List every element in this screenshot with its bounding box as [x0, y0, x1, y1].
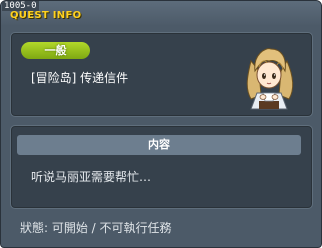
quest-status: 狀態: 可開始 / 不可執行任務 — [20, 221, 172, 235]
quest-content-panel: 内容 听说马丽亚需要帮忙… — [10, 125, 313, 209]
quest-summary-panel: 一般 [冒险岛] 传递信件 — [10, 32, 313, 117]
title-bar[interactable]: 1005-0 QUEST INFO — [1, 1, 321, 25]
quest-description: 听说马丽亚需要帮忙… — [31, 170, 152, 184]
npc-portrait-icon — [246, 48, 294, 110]
quest-category-badge: 一般 — [21, 42, 90, 59]
quest-info-window: 1005-0 QUEST INFO 一般 [冒险岛] 传递信件 内容 听说马丽亚… — [0, 0, 322, 248]
quest-name: [冒险岛] 传递信件 — [31, 71, 129, 85]
content-section-header: 内容 — [17, 135, 301, 155]
window-title: QUEST INFO — [10, 10, 82, 21]
